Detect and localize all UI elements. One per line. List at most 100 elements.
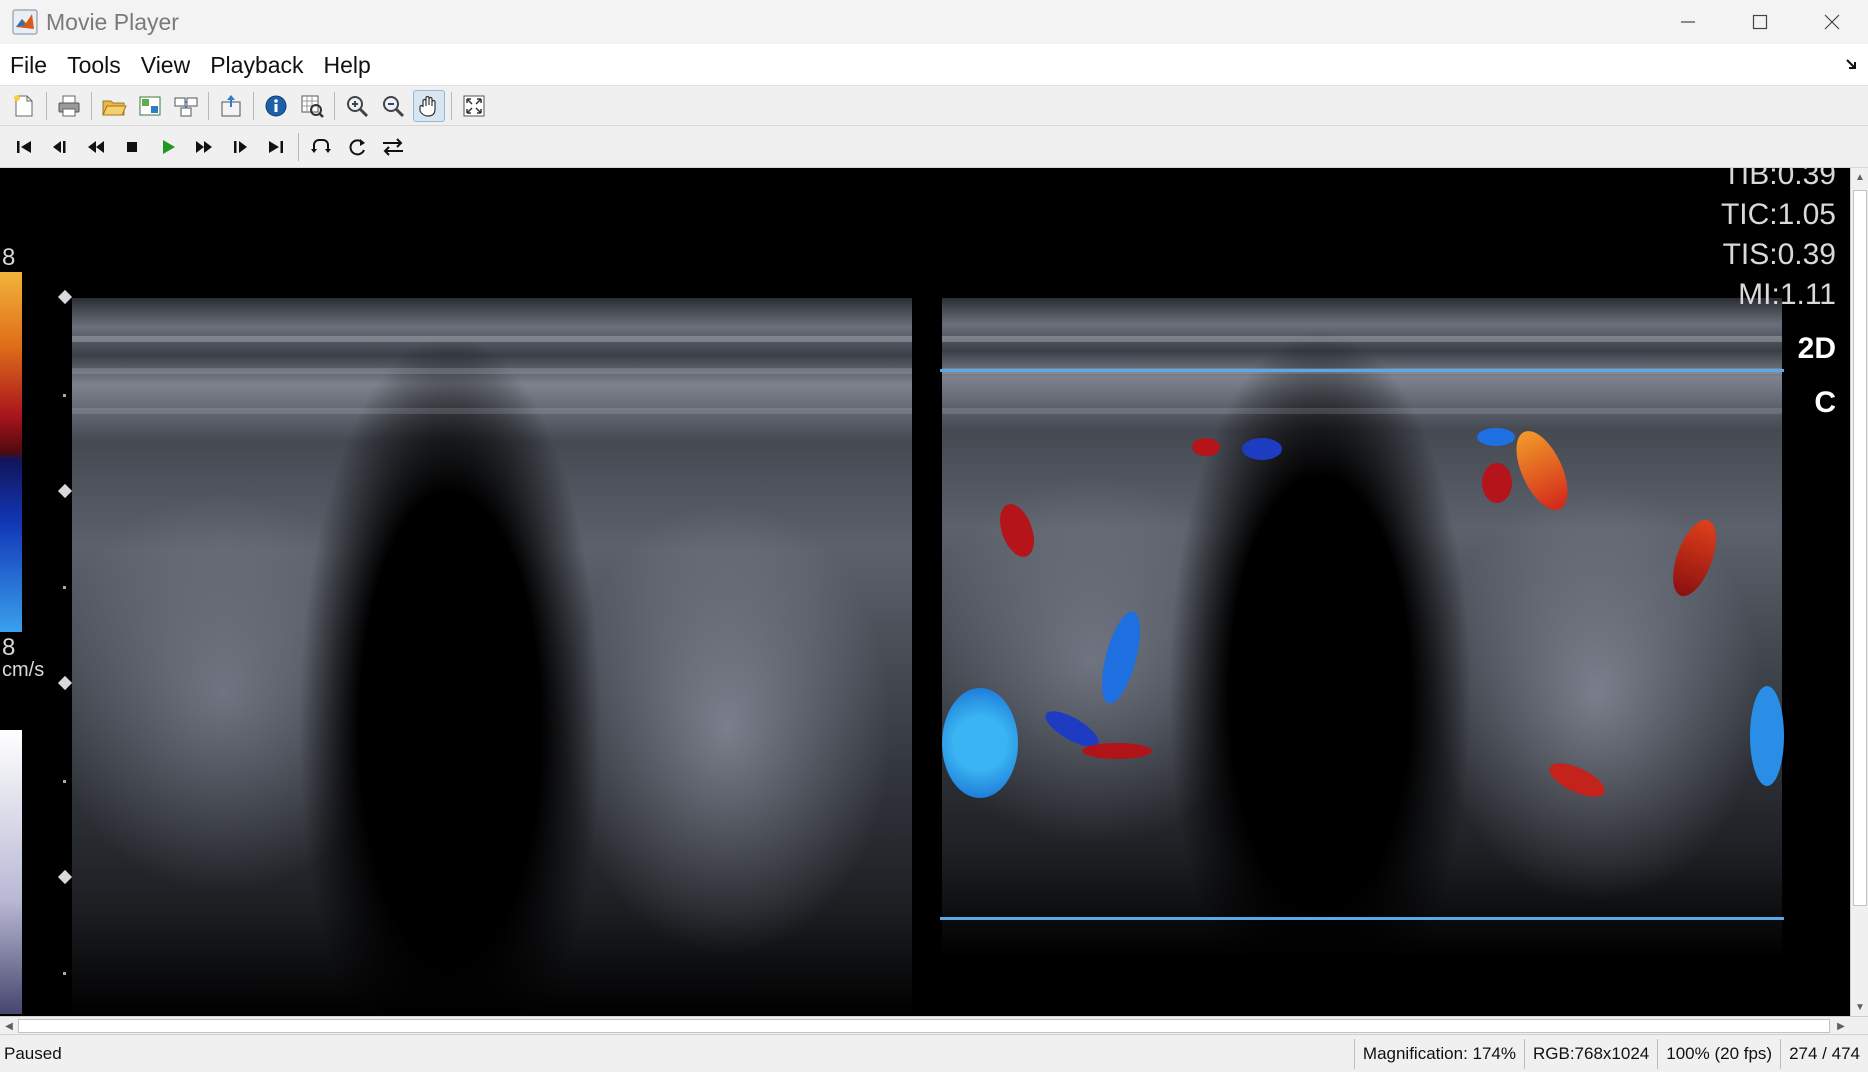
step-forward-button[interactable]	[224, 131, 256, 163]
minimize-icon	[1681, 21, 1695, 23]
close-icon	[1824, 14, 1840, 30]
forward-backward-button[interactable]	[377, 131, 409, 163]
vertical-scroll-thumb[interactable]	[1853, 190, 1867, 906]
toolbar-separator	[298, 132, 299, 161]
flow-region-blue	[1242, 438, 1282, 460]
scroll-down-arrow-icon[interactable]: ▼	[1851, 998, 1868, 1016]
vertical-scrollbar[interactable]: ▲ ▼	[1850, 168, 1868, 1016]
flow-region-blue	[1477, 428, 1515, 446]
pan-button[interactable]	[413, 89, 445, 122]
flow-region-blue	[942, 688, 1018, 798]
colorbar-max-label: 8	[2, 244, 16, 271]
mi-readout: MI:1.11	[1738, 278, 1836, 311]
toolbar-separator	[91, 91, 92, 120]
color-info-status: RGB:768x1024	[1524, 1039, 1657, 1069]
depth-marker	[57, 675, 73, 691]
pixel-region-icon	[301, 95, 324, 118]
step-back-button[interactable]	[44, 131, 76, 163]
bmode-tissue	[72, 298, 912, 1016]
scroll-right-arrow-icon[interactable]: ▶	[1832, 1017, 1850, 1035]
go-to-last-frame-button[interactable]	[260, 131, 292, 163]
export-to-workspace-button[interactable]	[134, 90, 166, 122]
frame-sequence-button[interactable]	[170, 90, 202, 122]
movie-player-window: Movie Player File Tools View Playback He…	[0, 0, 1868, 1072]
new-figure-icon	[14, 94, 33, 116]
play-icon	[163, 139, 175, 154]
horizontal-scrollbar[interactable]: ◀ ▶	[0, 1016, 1868, 1034]
rewind-button[interactable]	[80, 131, 112, 163]
depth-minor-tick	[63, 586, 66, 589]
fit-to-window-button[interactable]	[458, 90, 490, 122]
pixel-region-button[interactable]	[296, 90, 328, 122]
export-icon	[221, 94, 241, 116]
print-button[interactable]	[53, 90, 85, 122]
status-fields: Magnification: 174% RGB:768x1024 100% (2…	[1353, 1039, 1868, 1069]
horizontal-scroll-thumb[interactable]	[18, 1019, 1830, 1033]
tis-readout: TIS:0.39	[1722, 238, 1836, 271]
minimize-button[interactable]	[1652, 0, 1724, 44]
menu-bar: File Tools View Playback Help	[0, 44, 1868, 86]
new-figure-button[interactable]	[8, 90, 40, 122]
export-button[interactable]	[215, 90, 247, 122]
loop-icon	[311, 138, 331, 153]
go-to-first-frame-button[interactable]	[8, 131, 40, 163]
doppler-roi-top-line	[940, 369, 1784, 372]
fast-forward-icon	[196, 140, 212, 153]
zoom-out-button[interactable]	[377, 90, 409, 122]
scroll-up-arrow-icon[interactable]: ▲	[1851, 168, 1868, 186]
zoom-in-icon	[347, 95, 369, 117]
colorbar-unit-label: cm/s	[2, 659, 45, 681]
toolbar-separator	[46, 91, 47, 120]
toolbar-separator	[253, 91, 254, 120]
fast-forward-button[interactable]	[188, 131, 220, 163]
dock-arrow-icon[interactable]	[1844, 56, 1860, 72]
info-button[interactable]	[260, 90, 292, 122]
rewind-icon	[88, 140, 104, 153]
tissue-layer	[72, 336, 912, 342]
loop-button[interactable]	[305, 131, 337, 163]
status-bar: Paused Magnification: 174% RGB:768x1024 …	[0, 1034, 1868, 1072]
tissue-layer	[942, 336, 1782, 342]
doppler-roi-bottom-line	[940, 917, 1784, 920]
scroll-left-arrow-icon[interactable]: ◀	[0, 1017, 18, 1035]
fit-to-window-icon	[463, 95, 485, 116]
frame-rate-status: 100% (20 fps)	[1657, 1039, 1780, 1069]
open-button[interactable]	[98, 90, 130, 122]
toolbar-separator	[334, 91, 335, 120]
image-viewport[interactable]: 8 8 cm/s TIB:0.39 TIC:1.05 TIS:0.39 MI:1…	[0, 168, 1850, 1016]
colorbar-min-label: 8	[2, 634, 16, 661]
menu-tools[interactable]: Tools	[57, 44, 131, 86]
close-button[interactable]	[1796, 0, 1868, 44]
tissue-layer	[942, 408, 1782, 414]
flow-region-red	[1482, 463, 1512, 503]
play-button[interactable]	[152, 131, 184, 163]
depth-marker	[57, 483, 73, 499]
menu-help[interactable]: Help	[314, 44, 381, 86]
go-to-first-frame-icon	[17, 140, 31, 153]
flow-region-red	[1192, 438, 1220, 456]
maximize-button[interactable]	[1724, 0, 1796, 44]
mode-color-label: C	[1814, 386, 1836, 419]
window-controls	[1652, 0, 1868, 44]
playback-mode-icon	[349, 138, 365, 155]
doppler-tissue	[942, 298, 1782, 958]
depth-minor-tick	[63, 972, 66, 975]
stop-button[interactable]	[116, 131, 148, 163]
playback-mode-button[interactable]	[341, 131, 373, 163]
flow-region-blue	[1750, 686, 1784, 786]
mode-2d-label: 2D	[1797, 332, 1836, 365]
menu-playback[interactable]: Playback	[200, 44, 313, 86]
menu-file[interactable]: File	[0, 44, 57, 86]
zoom-out-icon	[383, 95, 405, 117]
tic-readout: TIC:1.05	[1720, 198, 1836, 231]
toolbar-separator	[208, 91, 209, 120]
depth-minor-tick	[63, 394, 66, 397]
pan-icon	[419, 95, 436, 117]
print-icon	[58, 95, 80, 116]
title-bar: Movie Player	[0, 0, 1868, 44]
main-toolbar	[0, 86, 1868, 126]
tissue-layer	[72, 368, 912, 374]
zoom-in-button[interactable]	[341, 90, 373, 122]
depth-marker	[57, 289, 73, 305]
menu-view[interactable]: View	[131, 44, 200, 86]
